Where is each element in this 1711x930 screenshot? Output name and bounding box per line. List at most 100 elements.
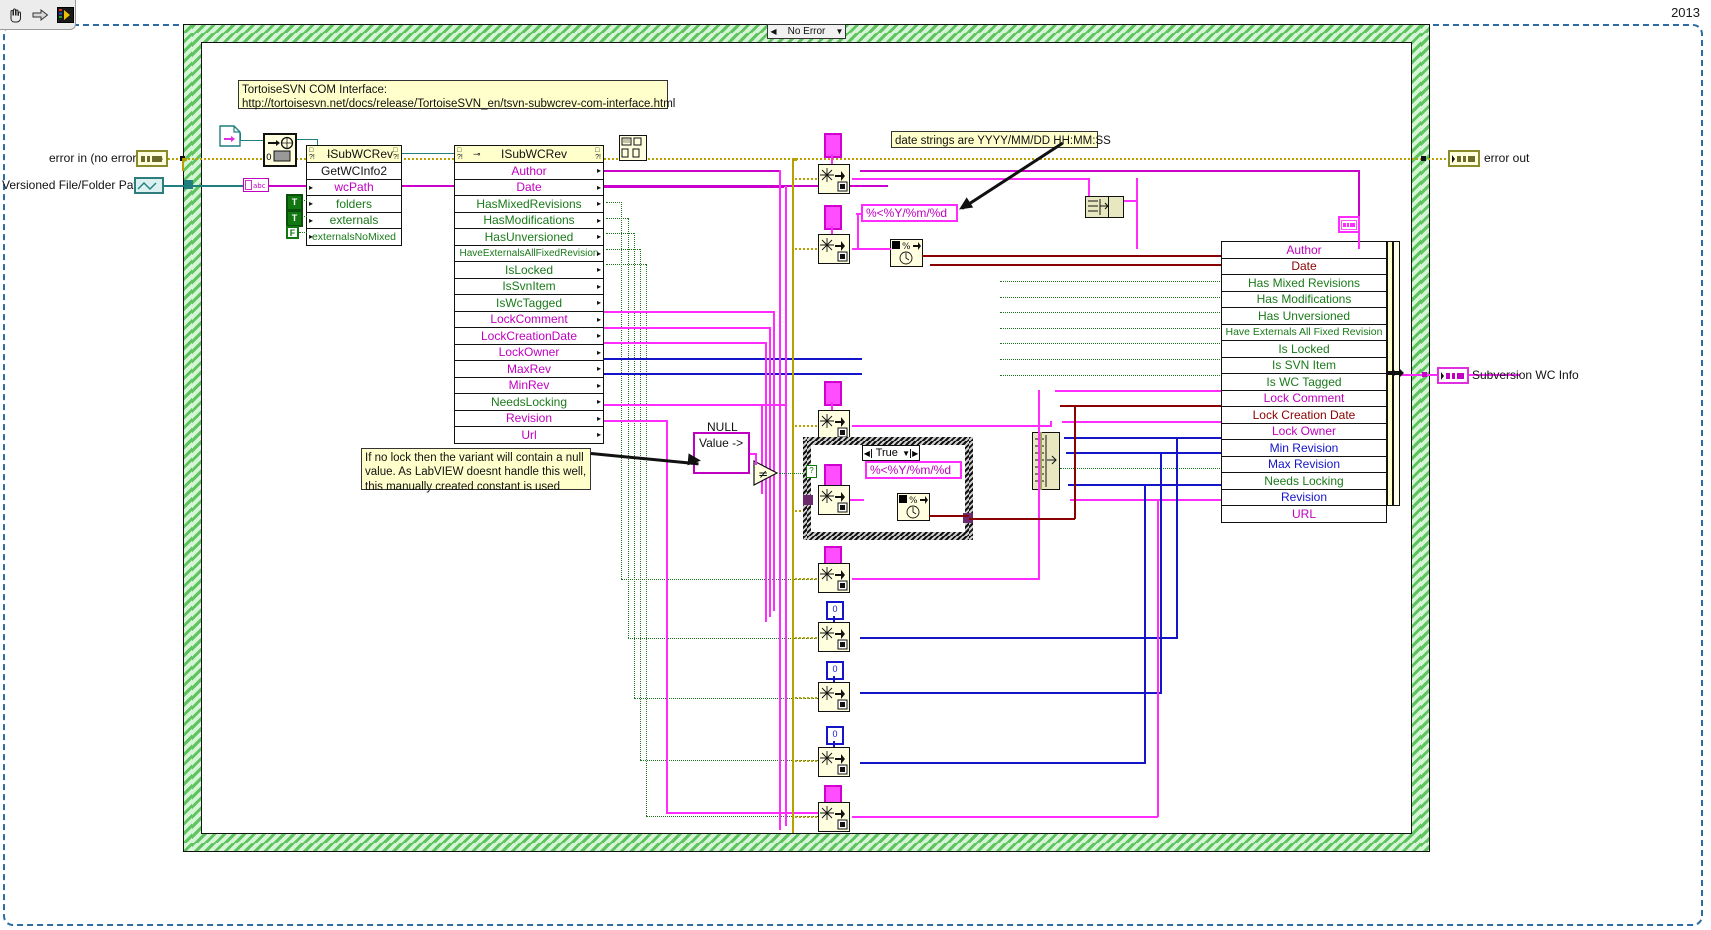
wire-null-out-v [755,453,757,465]
invoke-to-property-refnum-wire [402,153,462,154]
variant-to-data-node-8[interactable] [818,747,850,777]
case-down-arrow[interactable]: ▼ [902,449,910,458]
bundle-by-name-node[interactable] [1032,432,1060,490]
boolean-constant-false[interactable]: F [286,226,299,239]
prop-minrev[interactable]: MinRev ▸ [455,377,603,394]
prop-lockowner[interactable]: LockOwner ▸ [455,344,603,361]
wire-hasmods-v [628,218,629,638]
subversion-wc-info-terminal[interactable] [1437,367,1469,384]
prop-hasunversioned[interactable]: HasUnversioned ▸ [455,229,603,246]
subversion-wc-info-label: Subversion WC Info [1472,368,1579,382]
case-selector-terminal: ? [806,465,817,478]
invoke-param-externals[interactable]: ▸ externals [307,212,401,229]
automation-open-node[interactable]: 0 [263,133,297,167]
prop-needslocking[interactable]: NeedsLocking ▸ [455,394,603,411]
cluster-field-is-svn-item: Is SVN Item [1222,358,1386,374]
wire-cluster-in-7 [1000,375,1244,376]
numeric-zero-2[interactable]: 0 [826,661,844,680]
invoke-param-folders[interactable]: ▸ folders [307,196,401,213]
case-right-arrow[interactable]: ▶ [910,448,919,458]
prop-lockcomment[interactable]: LockComment ▸ [455,311,603,328]
variant-to-data-node-9[interactable] [818,802,850,832]
null-variant-comment: If no lock then the variant will contain… [361,448,591,493]
versioned-path-label: Versioned File/Folder Path [2,178,144,192]
wire-const-3 [831,402,833,410]
cluster-field-lock-comment: Lock Comment [1222,391,1386,407]
prop-islocked[interactable]: IsLocked ▸ [455,262,603,279]
prop-author[interactable]: Author ▸ [455,163,603,180]
isubwcrev-invoke-node[interactable]: □?! → ISubWCRev □?! GetWCInfo2 ▸ wcPath ▸… [306,145,402,246]
block-diagram-canvas: 2013 ◀ No Error ▼ TortoiseSVN COM Interf… [0,0,1711,930]
error-bus-vertical [792,158,794,833]
cluster-field-lock-creation-date: Lock Creation Date [1222,407,1386,424]
error-out-terminal[interactable] [1448,150,1480,167]
boolean-constant-true-2[interactable]: T [286,210,303,227]
case-left-arrow[interactable]: ◀ [863,448,872,458]
case-selector-down-arrow[interactable]: ▼ [834,27,845,36]
prop-iswctagged[interactable]: IsWcTagged ▸ [455,295,603,312]
case-structure-selector[interactable]: ◀ True ▼ ▶ [862,445,920,461]
error-out-label: error out [1484,151,1530,165]
prop-revision[interactable]: Revision ▸ [455,410,603,427]
variant-to-data-node-4[interactable] [818,485,850,515]
cluster-constant-icon[interactable] [1338,216,1360,233]
variant-to-data-node-6[interactable] [818,622,850,652]
variant-to-data-node-5[interactable] [818,563,850,593]
wire-blue-v2 [1160,452,1162,692]
prop-date[interactable]: Date ▸ [455,179,603,196]
structure-case-selector[interactable]: ◀ No Error ▼ [767,24,846,39]
labview-icon[interactable] [55,5,75,25]
cluster-field-has-mixed-revisions: Has Mixed Revisions [1222,275,1386,292]
prop-hasmixedrevisions[interactable]: HasMixedRevisions ▸ [455,196,603,213]
bundle-node-1b[interactable] [1108,196,1124,218]
wire-cluster-in-5 [1000,343,1244,344]
wire-haveext [606,249,640,250]
variant-to-data-node-1[interactable] [818,164,850,194]
case-selector-left-arrow[interactable]: ◀ [768,27,779,36]
run-arrow-icon[interactable] [30,5,50,25]
isubwcrev-property-node[interactable]: □?! ⊸ ISubWCRev □?! Author ▸ Date ▸ HasMix… [454,145,604,444]
wire-cluster-in-4 [1000,328,1244,329]
versioned-path-terminal[interactable] [134,177,164,194]
toolbar[interactable] [0,0,76,30]
wcpath-string-constant[interactable]: abc [243,178,269,192]
prop-maxrev[interactable]: MaxRev ▸ [455,361,603,378]
null-variant-constant[interactable]: Value -> [693,432,750,474]
date-format-constant-2[interactable]: %<%Y/%m/%d [865,461,962,479]
format-datetime-node-1[interactable]: % [890,239,923,267]
close-reference-node[interactable] [619,135,647,161]
cluster-field-is-wc-tagged: Is WC Tagged [1222,374,1386,391]
wire-haveext-v [640,249,641,760]
error-in-terminal[interactable] [136,150,168,167]
invoke-param-externalsnomixed[interactable]: ▸ externalsNoMixed [307,229,401,245]
prop-hasmodifications[interactable]: HasModifications ▸ [455,212,603,229]
variant-to-data-node-3[interactable] [818,410,850,440]
numeric-zero-3[interactable]: 0 [826,726,844,745]
prop-url[interactable]: Url ▸ [455,427,603,443]
cluster-field-revision: Revision [1222,490,1386,506]
wire-vtd-3-out [852,425,1052,427]
variant-to-data-node-2[interactable] [818,234,850,264]
variant-constant-2[interactable] [824,205,842,230]
format-datetime-node-2[interactable]: % [897,493,930,521]
wire-lockcreation-cluster [1060,405,1244,407]
svg-text:≠: ≠ [758,467,768,481]
invoke-node-method[interactable]: GetWCInfo2 [307,163,401,180]
variant-constant-3[interactable] [824,381,842,406]
wire-case-fmt [850,499,864,501]
variant-constant-1[interactable] [824,133,842,158]
boolean-constant-true-1[interactable]: T [286,194,303,211]
numeric-zero-1[interactable]: 0 [826,601,844,620]
prop-lockcreationdate[interactable]: LockCreationDate ▸ [455,328,603,345]
wire-lockcreation [604,327,770,329]
cluster-field-date: Date [1222,259,1386,275]
prop-issvnitem[interactable]: IsSvnItem ▸ [455,278,603,295]
date-format-constant-1[interactable]: %<%Y/%m/%d [861,204,958,222]
variant-to-data-node-7[interactable] [818,682,850,712]
prop-haveexternalsallfixedrevision[interactable]: HaveExternalsAllFixedRevision ▸ [455,245,603,262]
wire-islocked-v [646,264,647,816]
cluster-field-lock-owner: Lock Owner [1222,424,1386,440]
invoke-param-wcpath[interactable]: ▸ wcPath [307,179,401,196]
svg-text:%: % [909,496,918,506]
hand-tool-icon[interactable] [5,5,25,25]
